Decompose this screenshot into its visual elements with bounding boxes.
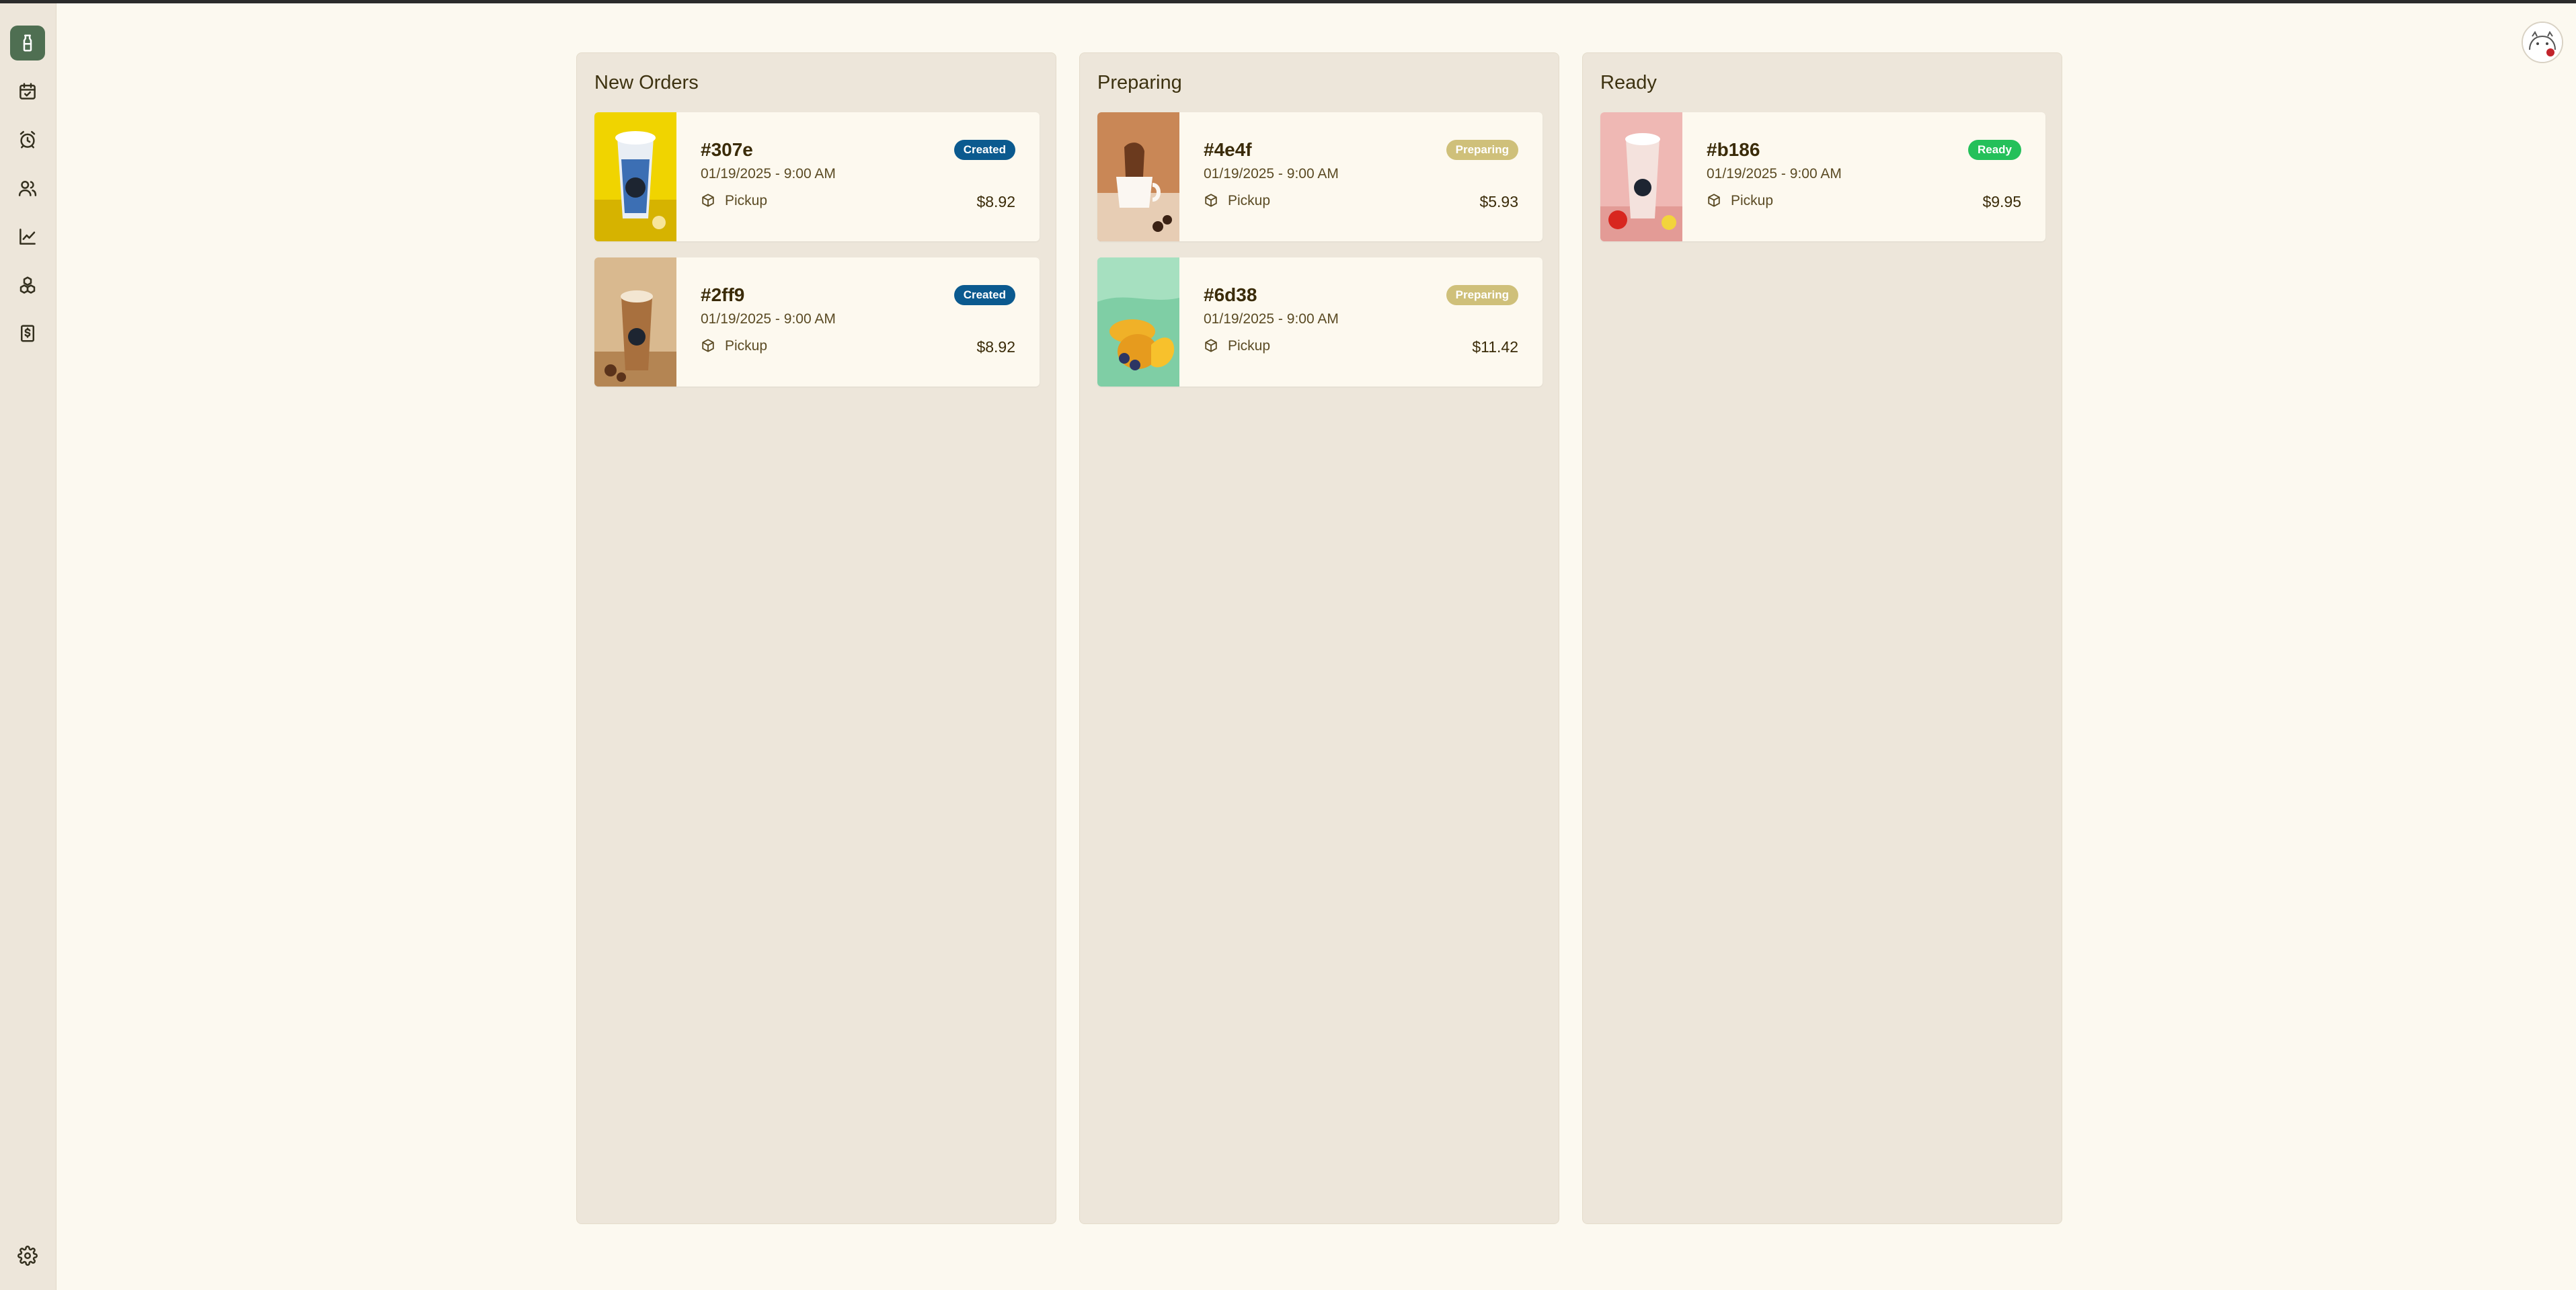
package-icon — [1204, 193, 1218, 208]
settings-button[interactable] — [10, 1238, 45, 1273]
fulfillment-type: Pickup — [1228, 193, 1271, 208]
users-icon — [18, 180, 37, 196]
dollar-receipt-icon — [21, 325, 34, 342]
coffee-frappe-image — [594, 257, 676, 387]
order-thumbnail — [1600, 112, 1682, 241]
order-thumbnail — [594, 257, 676, 387]
order-id: #b186 — [1707, 139, 1760, 160]
column-title: Preparing — [1097, 72, 1182, 93]
order-id: #6d38 — [1204, 284, 1257, 305]
order-date: 01/19/2025 - 9:00 AM — [1204, 166, 1339, 182]
order-card[interactable]: #307e Created 01/19/2025 - 9:00 AM Picku… — [594, 112, 1040, 241]
sidebar-item-inventory[interactable] — [10, 268, 45, 303]
package-icon — [701, 338, 715, 353]
order-id: #307e — [701, 139, 753, 160]
sidebar-item-calendar[interactable] — [10, 74, 45, 109]
order-price: $9.95 — [1982, 193, 2021, 210]
sidebar-item-alarms[interactable] — [10, 122, 45, 157]
line-chart-icon — [19, 229, 36, 245]
order-date: 01/19/2025 - 9:00 AM — [701, 311, 836, 327]
order-date: 01/19/2025 - 9:00 AM — [1707, 166, 1842, 182]
status-badge: Preparing — [1446, 140, 1518, 160]
sidebar-item-customers[interactable] — [10, 171, 45, 206]
column-new-orders: New Orders #307e Created 01/19/2025 - 9:… — [576, 52, 1056, 1224]
column-preparing: Preparing #4e4f Preparing 01/19/2025 - 9… — [1079, 52, 1559, 1224]
package-icon — [1707, 193, 1721, 208]
sidebar — [0, 3, 56, 1290]
order-price: $8.92 — [976, 338, 1015, 356]
column-title: New Orders — [594, 72, 699, 93]
column-ready: Ready #b186 Ready 01/19/2025 - 9:00 AM P… — [1582, 52, 2062, 1224]
package-icon — [701, 193, 715, 208]
user-avatar[interactable] — [2522, 22, 2563, 63]
avatar-drawing-icon — [2523, 23, 2562, 62]
yellow-drink-image — [594, 112, 676, 241]
fulfillment-type: Pickup — [725, 338, 768, 354]
status-badge: Preparing — [1446, 285, 1518, 305]
order-date: 01/19/2025 - 9:00 AM — [1204, 311, 1339, 327]
order-thumbnail — [1097, 257, 1179, 387]
sidebar-item-orders[interactable] — [10, 26, 45, 61]
pink-smoothie-image — [1600, 112, 1682, 241]
coffee-cup-image — [1097, 112, 1179, 241]
order-id: #2ff9 — [701, 284, 745, 305]
order-card[interactable]: #b186 Ready 01/19/2025 - 9:00 AM Pickup … — [1600, 112, 2045, 241]
order-price: $5.93 — [1479, 193, 1518, 210]
sidebar-item-analytics[interactable] — [10, 219, 45, 254]
fulfillment-type: Pickup — [1228, 338, 1271, 354]
fulfillment-type: Pickup — [1731, 193, 1774, 208]
status-badge: Created — [953, 140, 1015, 160]
fruit-bowl-image — [1097, 257, 1179, 387]
order-card[interactable]: #4e4f Preparing 01/19/2025 - 9:00 AM Pic… — [1097, 112, 1543, 241]
window-top-border — [0, 0, 2576, 3]
cup-icon — [23, 34, 32, 52]
package-icon — [1204, 338, 1218, 353]
calendar-check-icon — [19, 83, 36, 99]
order-card[interactable]: #2ff9 Created 01/19/2025 - 9:00 AM Picku… — [594, 257, 1040, 387]
order-thumbnail — [594, 112, 676, 241]
order-thumbnail — [1097, 112, 1179, 241]
status-badge: Ready — [1967, 140, 2021, 160]
status-badge: Created — [953, 285, 1015, 305]
order-card[interactable]: #6d38 Preparing 01/19/2025 - 9:00 AM Pic… — [1097, 257, 1543, 387]
boxes-icon — [19, 276, 36, 294]
order-price: $11.42 — [1472, 338, 1518, 356]
order-date: 01/19/2025 - 9:00 AM — [701, 166, 836, 182]
column-title: Ready — [1600, 72, 1657, 93]
sidebar-item-billing[interactable] — [10, 316, 45, 351]
alarm-clock-icon — [19, 130, 36, 149]
gear-icon — [17, 1246, 38, 1266]
order-price: $8.92 — [976, 193, 1015, 210]
fulfillment-type: Pickup — [725, 193, 768, 208]
order-id: #4e4f — [1204, 139, 1252, 160]
